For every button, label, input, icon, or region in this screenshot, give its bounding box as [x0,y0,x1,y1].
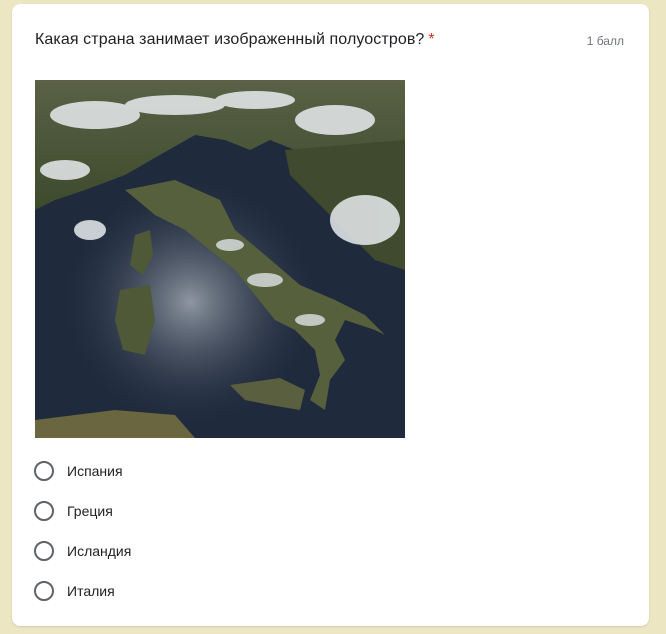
question-title: Какая страна занимает изображенный полуо… [35,31,435,49]
option-iceland[interactable]: Исландия [34,531,131,571]
radio-button[interactable] [34,541,54,561]
option-label: Греция [67,503,113,519]
radio-button[interactable] [34,501,54,521]
answer-options: Испания Греция Исландия Италия [34,451,131,611]
radio-button[interactable] [34,461,54,481]
satellite-map-image [35,80,405,438]
option-italy[interactable]: Италия [34,571,131,611]
option-greece[interactable]: Греция [34,491,131,531]
question-card: Какая страна занимает изображенный полуо… [12,4,649,626]
option-spain[interactable]: Испания [34,451,131,491]
question-text: Какая страна занимает изображенный полуо… [35,31,425,48]
points-label: 1 балл [586,34,624,48]
option-label: Исландия [67,543,132,559]
required-star: * [428,31,435,48]
option-label: Испания [67,463,123,479]
radio-button[interactable] [34,581,54,601]
option-label: Италия [67,583,115,599]
